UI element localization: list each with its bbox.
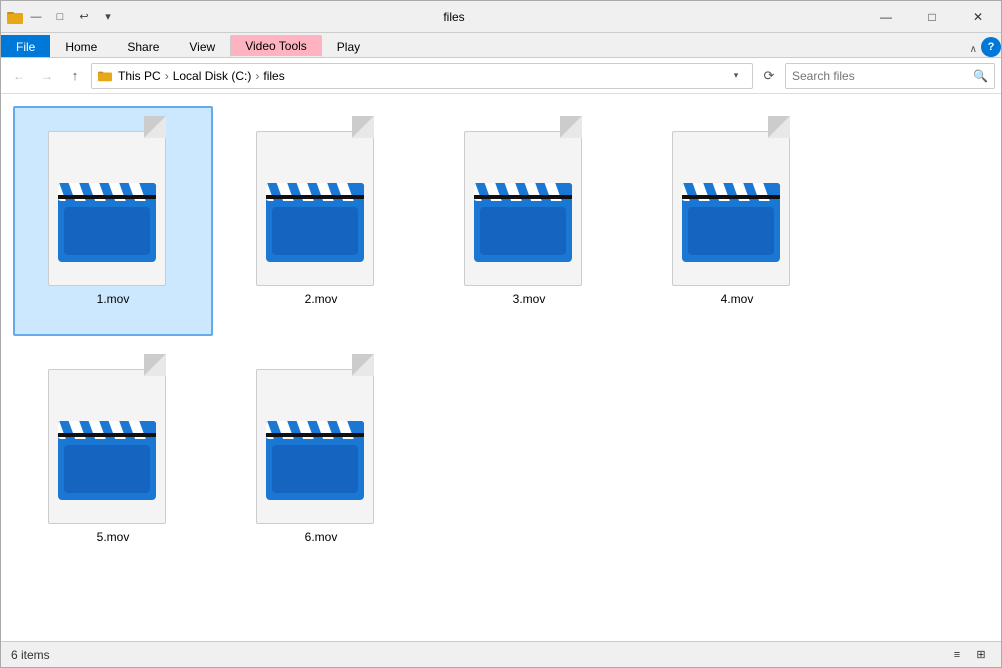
folder-icon xyxy=(7,9,23,25)
file-grid: 1.mov xyxy=(1,94,1001,641)
ribbon: File Home Share View Video Tools Play ∧ … xyxy=(1,33,1001,58)
file-item[interactable]: 4.mov xyxy=(637,106,837,336)
clapper-icon xyxy=(262,157,368,272)
tab-home[interactable]: Home xyxy=(50,35,112,57)
file-label: 6.mov xyxy=(305,530,338,544)
address-bar-row: ← → ↑ This PC › Local Disk (C:) › files … xyxy=(1,58,1001,94)
title-bar: — □ ↩ ▾ files — □ ✕ xyxy=(1,1,1001,33)
clapper-icon xyxy=(262,395,368,510)
close-button[interactable]: ✕ xyxy=(955,1,1001,33)
tab-file[interactable]: File xyxy=(1,35,50,57)
window-title: files xyxy=(45,10,863,24)
tab-view[interactable]: View xyxy=(174,35,230,57)
large-icons-view-button[interactable]: ⊞ xyxy=(971,645,991,665)
file-icon xyxy=(256,116,386,286)
file-label: 4.mov xyxy=(721,292,754,306)
minimize-button[interactable]: — xyxy=(863,1,909,33)
forward-button[interactable]: → xyxy=(35,64,59,88)
help-button[interactable]: ? xyxy=(981,37,1001,57)
file-item[interactable]: 3.mov xyxy=(429,106,629,336)
window-controls: — □ ✕ xyxy=(863,1,1001,33)
file-item[interactable]: 2.mov xyxy=(221,106,421,336)
file-label: 2.mov xyxy=(305,292,338,306)
minimize-qat[interactable]: — xyxy=(25,6,47,28)
clapper-icon xyxy=(470,157,576,272)
view-controls: ≡ ⊞ xyxy=(947,645,991,665)
search-icon: 🔍 xyxy=(973,69,988,83)
breadcrumb-folder-icon xyxy=(98,69,112,83)
clapper-icon xyxy=(54,157,160,272)
ribbon-tabs: File Home Share View Video Tools Play ∧ … xyxy=(1,33,1001,57)
address-bar[interactable]: This PC › Local Disk (C:) › files ▾ xyxy=(91,63,753,89)
item-count: 6 items xyxy=(11,648,50,662)
file-item[interactable]: 5.mov xyxy=(13,344,213,574)
file-label: 1.mov xyxy=(97,292,130,306)
clapper-icon xyxy=(678,157,784,272)
search-box[interactable]: 🔍 xyxy=(785,63,995,89)
file-label: 5.mov xyxy=(97,530,130,544)
file-icon xyxy=(48,354,178,524)
address-dropdown-button[interactable]: ▾ xyxy=(726,63,746,89)
tab-share[interactable]: Share xyxy=(112,35,174,57)
breadcrumb: This PC › Local Disk (C:) › files xyxy=(98,69,285,83)
tab-videotools[interactable]: Video Tools xyxy=(230,35,322,57)
file-label: 3.mov xyxy=(513,292,546,306)
clapper-icon xyxy=(54,395,160,510)
file-icon xyxy=(672,116,802,286)
refresh-button[interactable]: ⟳ xyxy=(757,64,781,88)
details-view-button[interactable]: ≡ xyxy=(947,645,967,665)
up-button[interactable]: ↑ xyxy=(63,64,87,88)
file-item[interactable]: 6.mov xyxy=(221,344,421,574)
tab-play[interactable]: Play xyxy=(322,35,375,57)
breadcrumb-localdisk[interactable]: Local Disk (C:) xyxy=(173,69,252,83)
back-button[interactable]: ← xyxy=(7,64,31,88)
status-bar: 6 items ≡ ⊞ xyxy=(1,641,1001,667)
file-icon xyxy=(256,354,386,524)
file-item[interactable]: 1.mov xyxy=(13,106,213,336)
search-input[interactable] xyxy=(792,69,973,83)
maximize-button[interactable]: □ xyxy=(909,1,955,33)
breadcrumb-files[interactable]: files xyxy=(263,69,284,83)
file-icon xyxy=(464,116,594,286)
file-icon xyxy=(48,116,178,286)
breadcrumb-thispc[interactable]: This PC xyxy=(118,69,161,83)
ribbon-chevron[interactable]: ∧ xyxy=(966,42,981,57)
